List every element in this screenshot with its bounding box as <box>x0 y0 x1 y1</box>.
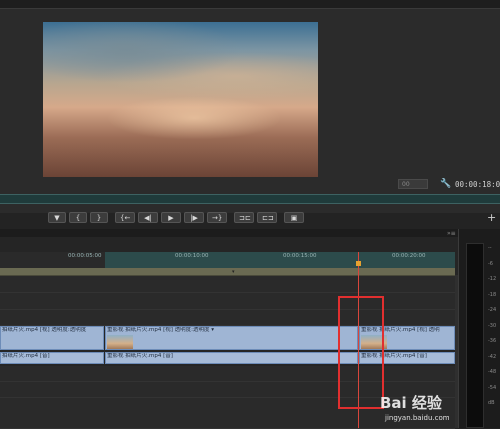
db-label: -30 <box>488 322 497 329</box>
audio-track-2[interactable] <box>0 366 455 382</box>
ruler-label: 00:00:15:00 <box>283 253 317 259</box>
step-forward-button[interactable]: |▶ <box>184 212 204 223</box>
go-to-in-button[interactable]: {← <box>115 212 135 223</box>
zoom-select[interactable]: 00 <box>398 179 428 189</box>
video-track-2[interactable] <box>0 293 455 310</box>
video-track-empty[interactable] <box>0 310 455 326</box>
video-track-3[interactable] <box>0 276 455 293</box>
go-to-out-button[interactable]: →} <box>207 212 227 223</box>
mark-out-button[interactable]: } <box>90 212 108 223</box>
video-clip[interactable]: 重影视 拍纸片火.mp4 [视] 透明度:透明度 ▾ <box>105 326 358 350</box>
timeline-tab-bar <box>0 229 458 237</box>
monitor-scrub-bar[interactable] <box>0 194 500 204</box>
monitor-tab-bar <box>0 0 500 9</box>
export-frame-button[interactable]: ▣ <box>284 212 304 223</box>
audio-meter-bar <box>466 243 484 428</box>
db-label: -54 <box>488 384 497 391</box>
video-clip[interactable]: 拍纸片火.mp4 [视] 透明度:透明度 <box>0 326 104 350</box>
panel-menu-icon[interactable]: »≡ <box>447 230 456 237</box>
watermark-url: jingyan.baidu.com <box>385 414 450 422</box>
db-scale: -- -6 -12 -18 -24 -30 -36 -42 -48 -54 dB <box>488 245 500 416</box>
db-label: -24 <box>488 307 497 313</box>
play-button[interactable]: ▶ <box>161 212 181 223</box>
step-back-button[interactable]: ◀| <box>138 212 158 223</box>
wrench-icon[interactable]: 🔧 <box>440 179 451 189</box>
db-label: -6 <box>488 260 493 267</box>
ruler-label: 00:00:10:00 <box>175 253 209 259</box>
extract-button[interactable]: ⊏⊐ <box>257 212 277 223</box>
clip-label: 重影视 拍纸片火.mp4 [视] 透明度:透明度 ▾ <box>107 327 214 333</box>
db-label: dB <box>488 400 495 406</box>
db-label: -18 <box>488 291 497 298</box>
add-button[interactable]: + <box>487 212 496 223</box>
video-preview <box>43 22 318 177</box>
db-label: -42 <box>488 353 497 360</box>
ruler-label: 00:00:05:00 <box>68 253 102 259</box>
clip-thumbnail <box>107 335 133 349</box>
clip-label: 重影视 拍纸片火.mp4 [音] <box>107 353 173 359</box>
audio-clip[interactable]: 拍纸片火.mp4 [音] <box>0 352 104 364</box>
playhead-handle[interactable] <box>356 261 361 266</box>
baidu-watermark-logo: Bai 经验 <box>380 394 442 412</box>
transport-controls: ▼ { } {← ◀| ▶ |▶ →} ⊐⊏ ⊏⊐ ▣ <box>48 212 304 224</box>
audio-clip[interactable]: 重影视 拍纸片火.mp4 [音] <box>105 352 358 364</box>
highlight-box <box>338 296 384 409</box>
db-label: -48 <box>488 369 497 375</box>
work-area-bar[interactable] <box>0 268 455 276</box>
db-label: -36 <box>488 338 497 344</box>
db-label: -12 <box>488 276 497 282</box>
clip-label: 拍纸片火.mp4 [音] <box>2 353 50 359</box>
work-area-center-icon: ▾ <box>232 269 235 275</box>
db-label: -- <box>488 245 492 251</box>
clip-label: 拍纸片火.mp4 [视] 透明度:透明度 <box>2 327 87 333</box>
duration-timecode: 00:00:18:08 <box>455 180 500 189</box>
mark-in-button[interactable]: { <box>69 212 87 223</box>
lift-button[interactable]: ⊐⊏ <box>234 212 254 223</box>
ruler-label: 00:00:20:00 <box>392 253 426 259</box>
add-marker-button[interactable]: ▼ <box>48 212 66 223</box>
